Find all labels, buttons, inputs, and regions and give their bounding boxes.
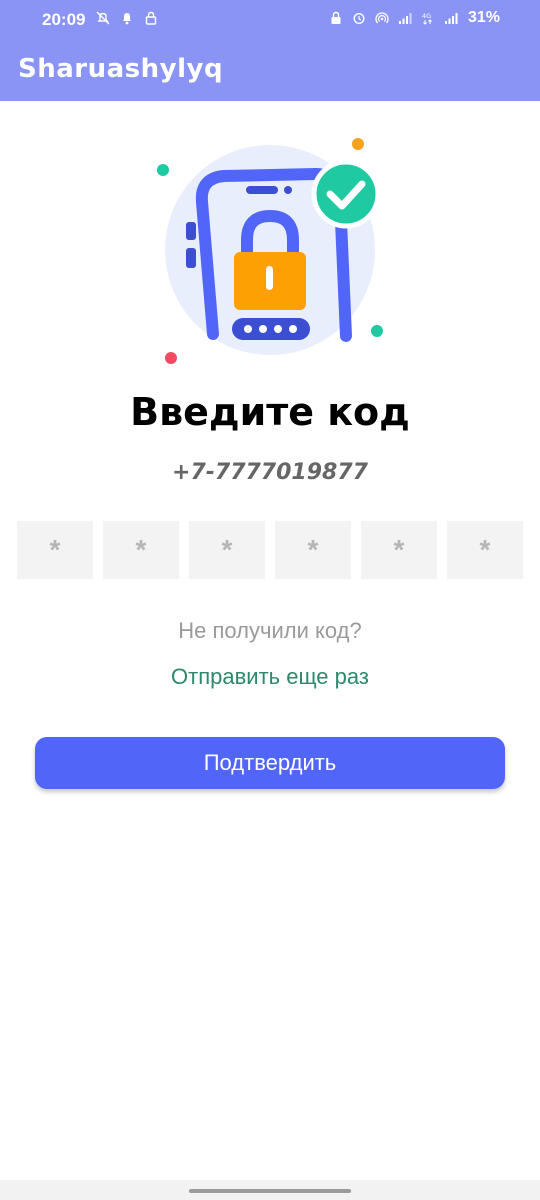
app-bar: Sharuashylyq xyxy=(0,38,540,101)
otp-digit-2[interactable]: * xyxy=(103,521,179,579)
otp-placeholder: * xyxy=(135,534,147,565)
lock-icon xyxy=(331,11,341,24)
status-right-icons: 4G xyxy=(329,11,458,25)
hotspot-icon xyxy=(375,12,389,24)
phone-lock-check-icon xyxy=(157,138,383,364)
bell-icon xyxy=(123,13,131,25)
notifications-off-icon xyxy=(96,11,110,25)
svg-text:4G: 4G xyxy=(422,12,431,20)
status-bar: 20:09 4G 31% xyxy=(0,0,540,38)
otp-digit-6[interactable]: * xyxy=(447,521,523,579)
battery-level: 31% xyxy=(467,9,500,26)
signal-icon xyxy=(399,13,412,24)
gesture-handle[interactable] xyxy=(189,1189,351,1193)
page-title: Введите код xyxy=(130,390,410,434)
resend-code-link[interactable]: Отправить еще раз xyxy=(171,664,369,689)
phone-number: +7-7777019877 xyxy=(172,460,368,485)
otp-code-input-row: * * * * * * xyxy=(17,521,523,579)
resend-code-row: Отправить еще раз xyxy=(0,664,540,690)
otp-digit-1[interactable]: * xyxy=(17,521,93,579)
otp-digit-3[interactable]: * xyxy=(189,521,265,579)
network-4g-icon: 4G xyxy=(422,12,432,25)
otp-placeholder: * xyxy=(393,534,405,565)
alarm-icon xyxy=(353,12,365,25)
otp-placeholder: * xyxy=(307,534,319,565)
lock-icon xyxy=(145,11,157,25)
navigation-bar xyxy=(0,1180,540,1200)
otp-placeholder: * xyxy=(221,534,233,565)
otp-placeholder: * xyxy=(479,534,491,565)
otp-digit-4[interactable]: * xyxy=(275,521,351,579)
app-title: Sharuashylyq xyxy=(18,54,224,84)
status-left-icons xyxy=(96,11,158,25)
confirm-button[interactable]: Подтвердить xyxy=(35,737,505,789)
signal-icon xyxy=(445,13,458,24)
no-code-text: Не получили код? xyxy=(178,618,362,643)
status-time: 20:09 xyxy=(42,10,86,29)
otp-digit-5[interactable]: * xyxy=(361,521,437,579)
otp-placeholder: * xyxy=(49,534,61,565)
